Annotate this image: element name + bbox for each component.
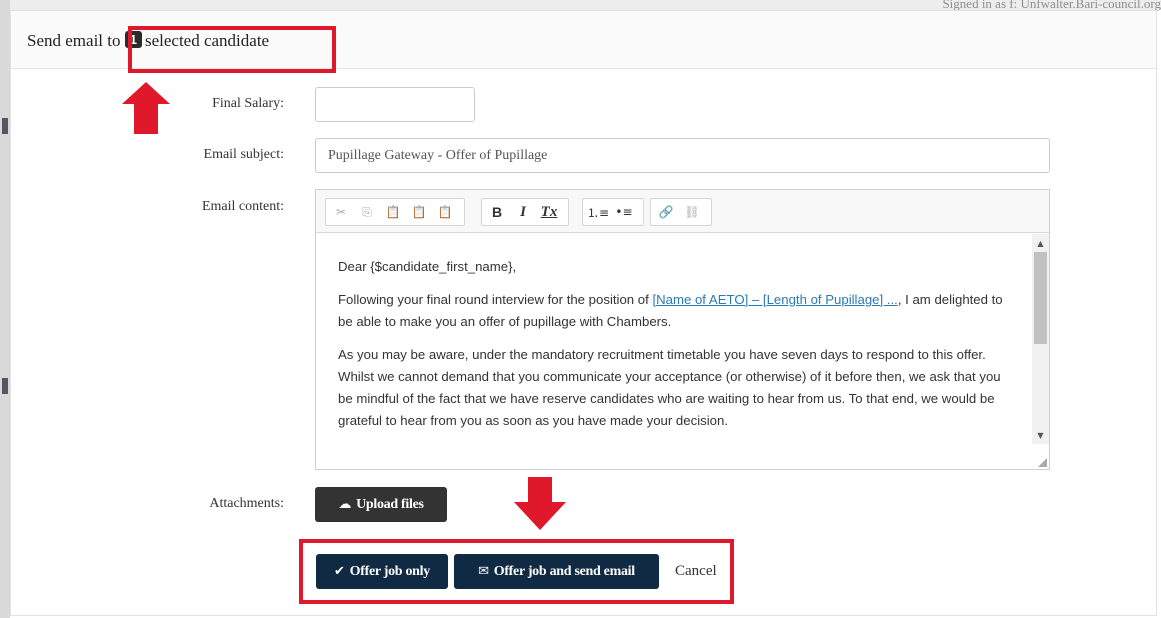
final-salary-input[interactable] <box>315 87 475 122</box>
email-subject-input[interactable]: Pupillage Gateway - Offer of Pupillage <box>315 138 1050 173</box>
paste-text-icon[interactable]: 📋 <box>408 201 430 223</box>
paste-icon[interactable]: 📋 <box>382 201 404 223</box>
scroll-down-icon[interactable]: ▼ <box>1032 428 1049 442</box>
remove-format-button[interactable]: Tx <box>538 201 560 223</box>
email-paragraph-2: As you may be aware, under the mandatory… <box>338 347 1001 428</box>
cloud-upload-icon: ☁ <box>338 497 352 512</box>
editor-body[interactable]: Dear {$candidate_first_name}, Following … <box>316 234 1034 452</box>
email-subject-label: Email subject: <box>203 147 284 162</box>
title-prefix: Send email to <box>27 31 121 50</box>
position-placeholder-link[interactable]: [Name of AETO] – [Length of Pupillage] .… <box>652 292 897 307</box>
annotation-highlight-actions <box>299 539 734 604</box>
email-paragraph-1: Following your final round interview for… <box>338 289 1012 333</box>
email-greeting: Dear {$candidate_first_name}, <box>338 259 517 274</box>
annotation-arrow-down-stem <box>528 477 552 503</box>
numbered-list-icon[interactable]: ⒈≡ <box>587 201 609 223</box>
bold-button[interactable]: B <box>486 201 508 223</box>
annotation-highlight-title <box>128 26 336 73</box>
upload-files-button[interactable]: ☁ Upload files <box>315 487 447 522</box>
clipboard-group: ✂ ⎘ 📋 📋 📋 <box>325 198 465 226</box>
editor-scrollbar[interactable]: ▲ ▼ <box>1032 234 1049 444</box>
scroll-thumb[interactable] <box>1034 252 1047 344</box>
cut-icon[interactable]: ✂ <box>330 201 352 223</box>
background-mark <box>2 118 8 134</box>
unlink-icon[interactable]: ⛓ <box>681 201 703 223</box>
email-content-label: Email content: <box>201 199 284 214</box>
paste-word-icon[interactable]: 📋 <box>434 201 456 223</box>
background-page-left <box>0 0 10 618</box>
annotation-arrow-up <box>122 82 170 104</box>
para1-text-before: Following your final round interview for… <box>338 292 653 307</box>
annotation-arrow-up-stem <box>134 102 158 134</box>
background-mark <box>2 378 8 394</box>
lists-group: ⒈≡ •≡ <box>582 198 644 226</box>
links-group: 🔗 ⛓ <box>650 198 712 226</box>
scroll-up-icon[interactable]: ▲ <box>1032 236 1049 250</box>
copy-icon[interactable]: ⎘ <box>356 201 378 223</box>
bulleted-list-icon[interactable]: •≡ <box>613 201 635 223</box>
link-icon[interactable]: 🔗 <box>655 201 677 223</box>
annotation-arrow-down <box>514 502 566 530</box>
italic-button[interactable]: I <box>512 201 534 223</box>
final-salary-label: Final Salary: <box>212 96 284 111</box>
basic-styles-group: B I Tx <box>481 198 569 226</box>
upload-files-label: Upload files <box>356 496 424 512</box>
resize-handle-icon[interactable] <box>1038 458 1047 467</box>
attachments-label: Attachments: <box>209 496 284 511</box>
editor-toolbar: ✂ ⎘ 📋 📋 📋 B I Tx ⒈≡ •≡ 🔗 ⛓ <box>316 190 1049 233</box>
email-content-editor: ✂ ⎘ 📋 📋 📋 B I Tx ⒈≡ •≡ 🔗 ⛓ Dear {$candid… <box>315 189 1050 470</box>
